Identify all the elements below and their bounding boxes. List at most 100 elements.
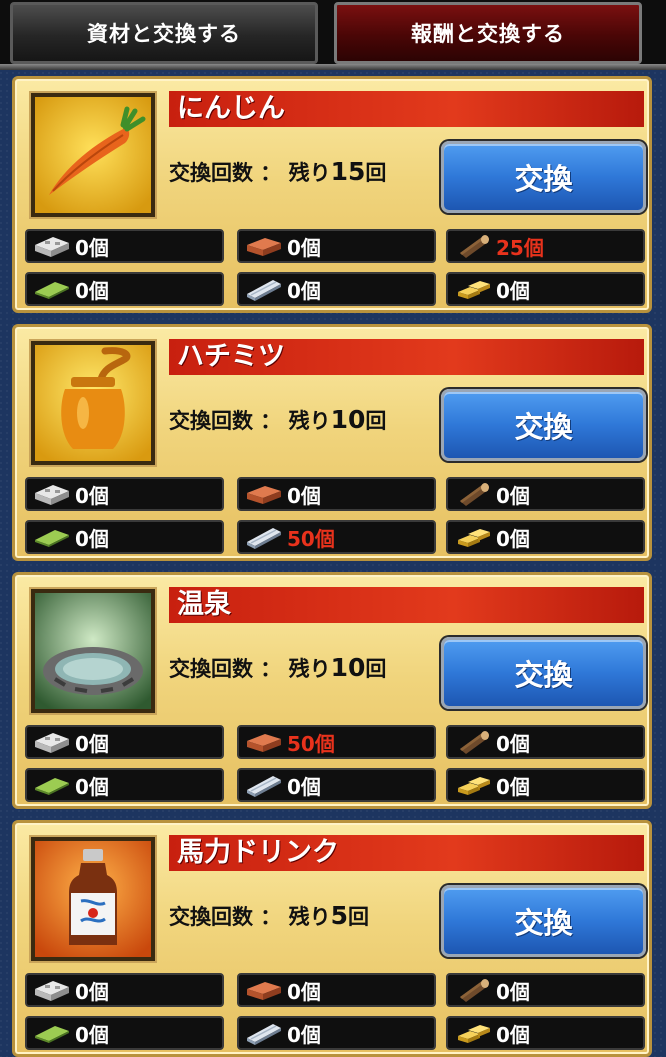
remaining-count-value: 10 bbox=[330, 653, 366, 682]
resource-requirement: 0個 bbox=[446, 725, 645, 759]
concrete-block-icon bbox=[29, 479, 75, 509]
log-icon bbox=[450, 727, 496, 757]
honey-jar-icon bbox=[29, 339, 157, 467]
resource-amount: 0個 bbox=[496, 731, 530, 756]
reward-name: 馬力ドリンク bbox=[169, 835, 644, 871]
reward-name: 温泉 bbox=[169, 587, 644, 623]
exchange-button[interactable]: 交換 bbox=[441, 389, 646, 461]
resource-amount: 0個 bbox=[287, 774, 321, 799]
gold-bar-icon bbox=[450, 522, 496, 552]
concrete-block-icon bbox=[29, 727, 75, 757]
resource-requirement: 0個 bbox=[237, 229, 436, 263]
resource-amount: 0個 bbox=[75, 731, 109, 756]
tab-bar: 資材と交換する 報酬と交換する bbox=[0, 0, 666, 70]
concrete-block-icon bbox=[29, 975, 75, 1005]
tab-exchange-rewards[interactable]: 報酬と交換する bbox=[334, 2, 642, 64]
steel-beam-icon bbox=[241, 770, 287, 800]
energy-drink-icon bbox=[29, 835, 157, 963]
tab-exchange-materials[interactable]: 資材と交換する bbox=[10, 2, 318, 64]
remaining-count-unit: 回 bbox=[365, 409, 387, 433]
remaining-count-value: 5 bbox=[330, 901, 349, 930]
resource-amount: 50個 bbox=[287, 526, 335, 551]
exchange-card: ハチミツ 交換回数 ： 残り10回 交換 0個 0個 0個 0個 50個 0個 bbox=[12, 324, 652, 561]
log-icon bbox=[450, 231, 496, 261]
brick-icon bbox=[241, 975, 287, 1005]
resource-amount: 0個 bbox=[75, 278, 109, 303]
green-sheet-icon bbox=[29, 770, 75, 800]
resource-requirement: 0個 bbox=[25, 229, 224, 263]
resource-requirement: 0個 bbox=[25, 477, 224, 511]
resource-amount: 0個 bbox=[75, 774, 109, 799]
remaining-count: 交換回数 ： 残り15回 bbox=[169, 157, 386, 187]
resource-requirement: 50個 bbox=[237, 725, 436, 759]
steel-beam-icon bbox=[241, 274, 287, 304]
exchange-card: 馬力ドリンク交換回数 ： 残り5回 交換 0個 0個 0個 0個 0個 0個 bbox=[12, 820, 652, 1057]
remaining-count-label: 交換回数 ： 残り bbox=[169, 161, 331, 185]
remaining-count: 交換回数 ： 残り10回 bbox=[169, 653, 386, 683]
resource-amount: 25個 bbox=[496, 235, 544, 260]
exchange-button[interactable]: 交換 bbox=[441, 141, 646, 213]
resource-amount: 0個 bbox=[287, 979, 321, 1004]
resource-amount: 0個 bbox=[75, 483, 109, 508]
resource-requirement: 25個 bbox=[446, 229, 645, 263]
resource-requirement: 0個 bbox=[237, 477, 436, 511]
resource-amount: 0個 bbox=[496, 979, 530, 1004]
carrot-icon bbox=[29, 91, 157, 219]
remaining-count-label: 交換回数 ： 残り bbox=[169, 409, 331, 433]
resource-amount: 50個 bbox=[287, 731, 335, 756]
exchange-card: 温泉交換回数 ： 残り10回 交換 0個 50個 0個 0個 0個 0個 bbox=[12, 572, 652, 809]
resource-requirement: 0個 bbox=[237, 272, 436, 306]
steel-beam-icon bbox=[241, 522, 287, 552]
resource-requirement: 0個 bbox=[446, 973, 645, 1007]
reward-name: ハチミツ bbox=[169, 339, 644, 375]
exchange-card: にんじん交換回数 ： 残り15回 交換 0個 0個 25個 0個 0個 0個 bbox=[12, 76, 652, 313]
remaining-count-unit: 回 bbox=[365, 657, 387, 681]
resource-requirement: 0個 bbox=[446, 768, 645, 802]
remaining-count-value: 10 bbox=[330, 405, 366, 434]
resource-amount: 0個 bbox=[75, 526, 109, 551]
resource-amount: 0個 bbox=[287, 483, 321, 508]
green-sheet-icon bbox=[29, 274, 75, 304]
resource-requirement: 0個 bbox=[25, 272, 224, 306]
resource-requirement: 50個 bbox=[237, 520, 436, 554]
remaining-count-unit: 回 bbox=[348, 905, 370, 929]
resource-amount: 0個 bbox=[496, 526, 530, 551]
gold-bar-icon bbox=[450, 770, 496, 800]
resource-requirement: 0個 bbox=[25, 973, 224, 1007]
reward-name: にんじん bbox=[169, 91, 644, 127]
steel-beam-icon bbox=[241, 1018, 287, 1048]
resource-requirement: 0個 bbox=[237, 768, 436, 802]
gold-bar-icon bbox=[450, 274, 496, 304]
exchange-button[interactable]: 交換 bbox=[441, 637, 646, 709]
remaining-count: 交換回数 ： 残り10回 bbox=[169, 405, 386, 435]
resource-requirement: 0個 bbox=[25, 520, 224, 554]
remaining-count-value: 15 bbox=[330, 157, 366, 186]
resource-requirement: 0個 bbox=[446, 1016, 645, 1050]
gold-bar-icon bbox=[450, 1018, 496, 1048]
concrete-block-icon bbox=[29, 231, 75, 261]
resource-amount: 0個 bbox=[75, 979, 109, 1004]
resource-requirement: 0個 bbox=[237, 1016, 436, 1050]
resource-amount: 0個 bbox=[287, 1022, 321, 1047]
green-sheet-icon bbox=[29, 1018, 75, 1048]
remaining-count-unit: 回 bbox=[365, 161, 387, 185]
resource-amount: 0個 bbox=[496, 278, 530, 303]
log-icon bbox=[450, 975, 496, 1005]
resource-requirement: 0個 bbox=[25, 1016, 224, 1050]
tab-bar-divider bbox=[0, 64, 666, 70]
resource-amount: 0個 bbox=[75, 235, 109, 260]
resource-requirement: 0個 bbox=[446, 520, 645, 554]
green-sheet-icon bbox=[29, 522, 75, 552]
remaining-count-label: 交換回数 ： 残り bbox=[169, 905, 331, 929]
resource-amount: 0個 bbox=[287, 235, 321, 260]
resource-amount: 0個 bbox=[496, 774, 530, 799]
remaining-count: 交換回数 ： 残り5回 bbox=[169, 901, 369, 931]
resource-amount: 0個 bbox=[75, 1022, 109, 1047]
resource-requirement: 0個 bbox=[237, 973, 436, 1007]
brick-icon bbox=[241, 727, 287, 757]
resource-amount: 0個 bbox=[496, 1022, 530, 1047]
brick-icon bbox=[241, 231, 287, 261]
brick-icon bbox=[241, 479, 287, 509]
hot-spring-icon bbox=[29, 587, 157, 715]
exchange-button[interactable]: 交換 bbox=[441, 885, 646, 957]
